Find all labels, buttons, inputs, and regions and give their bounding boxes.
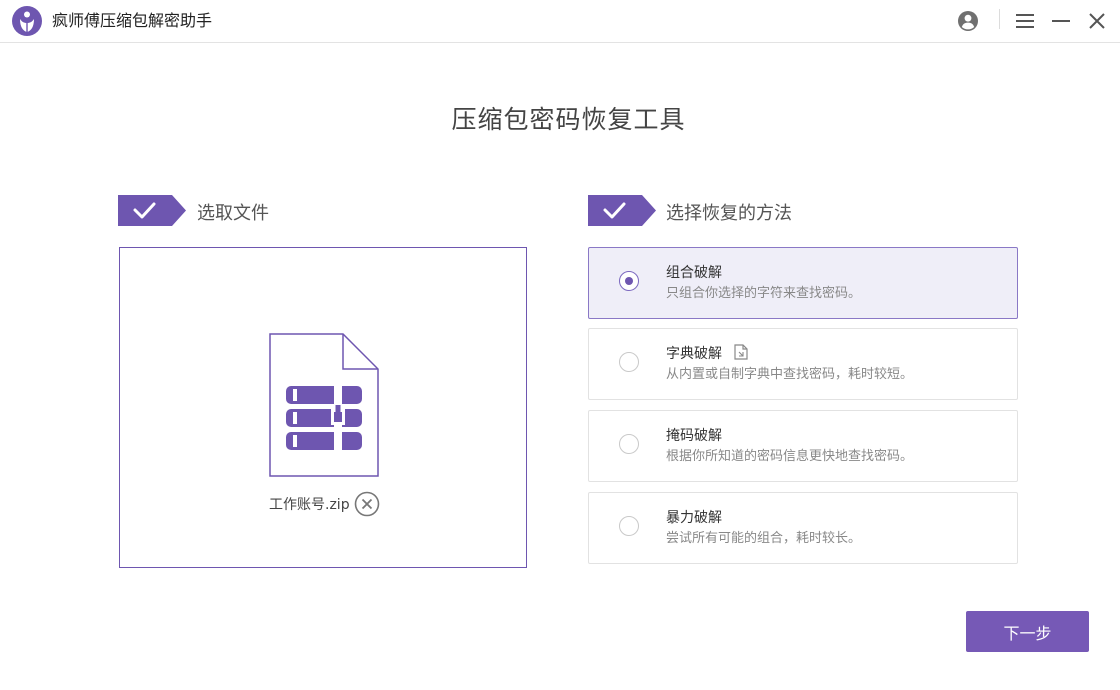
step-select-file-label: 选取文件 [197,203,269,224]
method-description: 尝试所有可能的组合，耗时较长。 [666,531,862,546]
user-icon[interactable] [955,8,981,34]
method-description: 根据你所知道的密码信息更快地查找密码。 [666,449,914,464]
minimize-icon[interactable] [1048,8,1074,34]
remove-file-icon[interactable] [354,491,380,517]
next-step-button[interactable]: 下一步 [966,611,1089,652]
method-description: 只组合你选择的字符来查找密码。 [666,286,862,301]
zip-file-icon [269,333,379,477]
method-option-combination[interactable]: 组合破解 只组合你选择的字符来查找密码。 [588,247,1018,319]
radio-button[interactable] [619,271,639,291]
radio-button[interactable] [619,516,639,536]
method-title: 暴力破解 [666,510,722,526]
method-option-brute-force[interactable]: 暴力破解 尝试所有可能的组合，耗时较长。 [588,492,1018,564]
file-drop-area[interactable]: 工作账号.zip [119,247,527,568]
method-title: 掩码破解 [666,428,722,444]
menu-icon[interactable] [1012,8,1038,34]
check-icon [588,195,656,226]
file-open-icon[interactable] [734,344,748,360]
method-option-mask[interactable]: 掩码破解 根据你所知道的密码信息更快地查找密码。 [588,410,1018,482]
title-bar: 疯师傅压缩包解密助手 [0,0,1120,43]
check-icon [118,195,186,226]
step-select-method-label: 选择恢复的方法 [666,203,792,224]
app-title: 疯师傅压缩包解密助手 [52,11,213,30]
method-description: 从内置或自制字典中查找密码，耗时较短。 [666,367,914,382]
page-title: 压缩包密码恢复工具 [451,105,686,134]
method-option-dictionary[interactable]: 字典破解 从内置或自制字典中查找密码，耗时较短。 [588,328,1018,400]
file-name: 工作账号.zip [269,497,350,513]
app-logo-icon [12,6,42,36]
method-title: 字典破解 [666,346,722,362]
radio-button[interactable] [619,352,639,372]
close-icon[interactable] [1084,8,1110,34]
titlebar-divider [999,9,1000,29]
radio-button[interactable] [619,434,639,454]
method-title: 组合破解 [666,265,722,281]
